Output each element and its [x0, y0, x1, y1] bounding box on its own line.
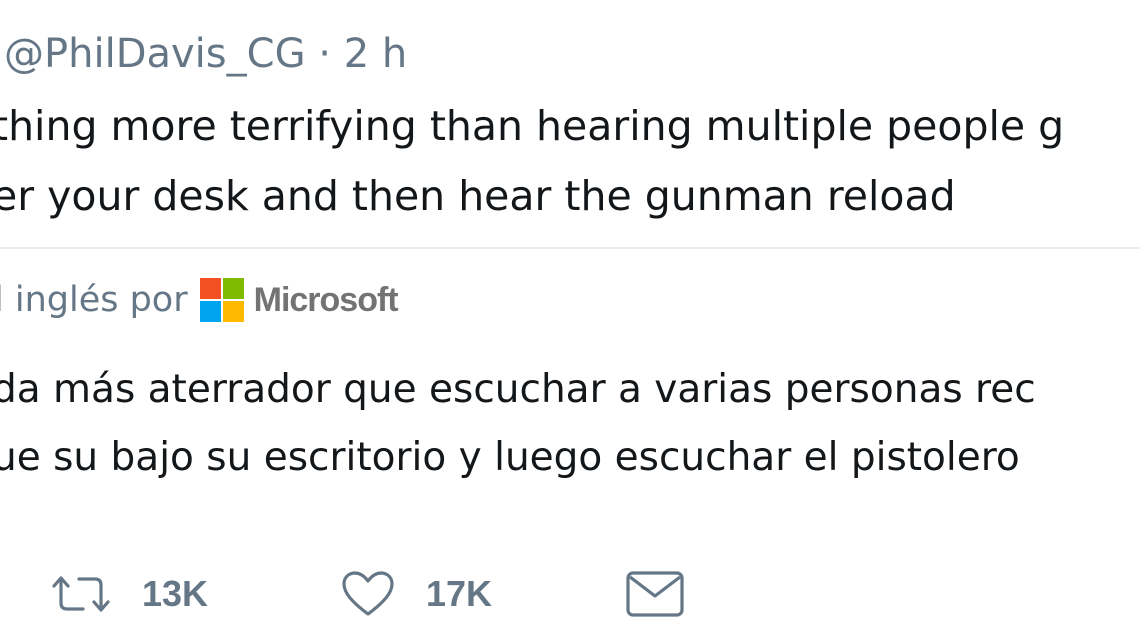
- translated-text-line-2: ue su bajo su escritorio y luego escucha…: [0, 435, 1020, 480]
- like-button[interactable]: 17K: [340, 566, 492, 622]
- tweet-author-handle-and-time[interactable]: @PhilDavis_CG · 2 h: [4, 28, 407, 80]
- microsoft-logo-icon: [199, 278, 244, 322]
- retweet-count: 13K: [142, 573, 209, 614]
- envelope-icon: [624, 569, 686, 619]
- tweet-text-line-1: thing more terrifying than hearing multi…: [0, 102, 1065, 150]
- tweet-action-bar: 13K 17K: [0, 566, 1140, 622]
- translation-attribution: l inglés por Microsoft: [0, 276, 399, 324]
- translation-divider: [0, 247, 1140, 249]
- heart-icon: [340, 569, 396, 619]
- retweet-icon: [50, 572, 112, 616]
- translated-text-line-1: da más aterrador que escuchar a varias p…: [0, 367, 1036, 412]
- translation-attribution-label: l inglés por: [0, 280, 188, 320]
- tweet-text-line-2: er your desk and then hear the gunman re…: [0, 172, 956, 220]
- translation-provider-name[interactable]: Microsoft: [254, 281, 399, 320]
- direct-message-button[interactable]: [624, 566, 686, 622]
- like-count: 17K: [426, 573, 493, 614]
- retweet-button[interactable]: 13K: [50, 566, 208, 622]
